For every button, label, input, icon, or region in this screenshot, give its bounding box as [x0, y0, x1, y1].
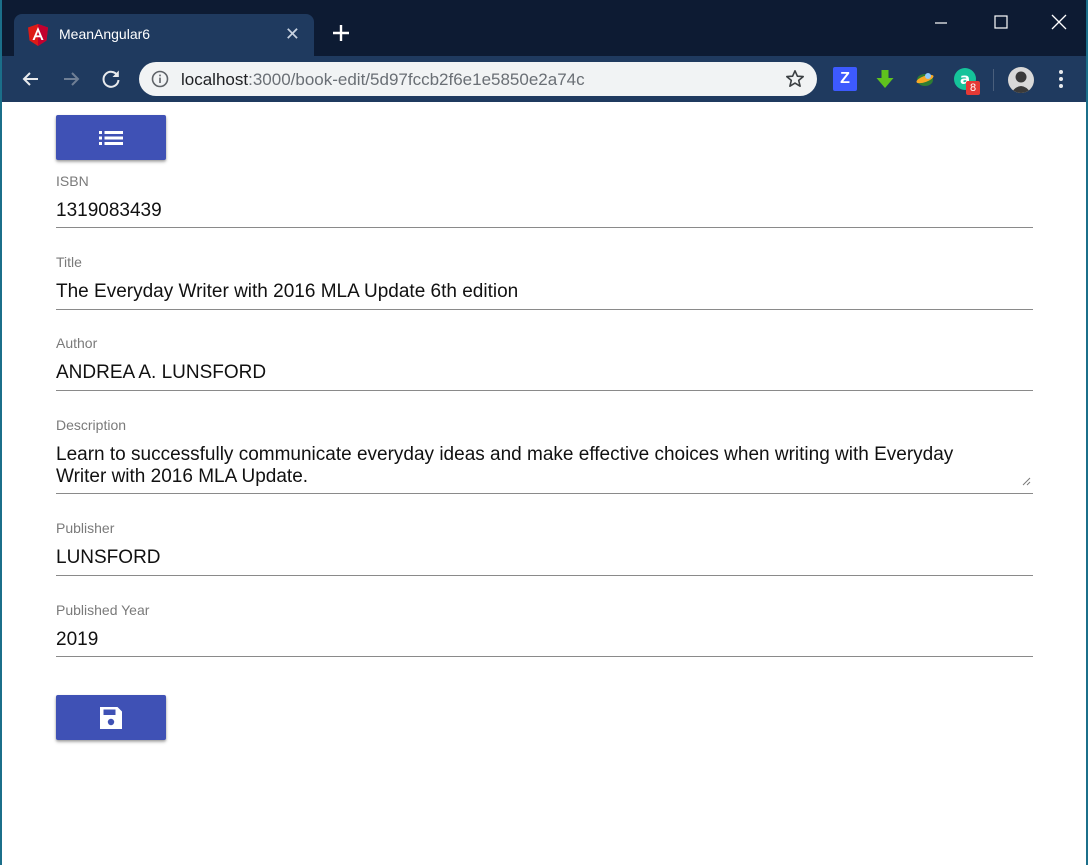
browser-tab[interactable]: MeanAngular6 ✕	[14, 14, 314, 56]
maximize-icon[interactable]	[978, 8, 1024, 38]
author-input[interactable]: ANDREA A. LUNSFORD	[56, 362, 1033, 384]
bookmark-star-icon[interactable]	[785, 69, 805, 89]
url-path: :3000/book-edit/5d97fccb2f6e1e5850e2a74c	[248, 70, 585, 89]
list-icon	[99, 130, 123, 145]
published-year-field[interactable]: Published Year 2019	[56, 601, 1033, 657]
description-textarea[interactable]: Learn to successfully communicate everyd…	[56, 444, 1033, 488]
publisher-input[interactable]: LUNSFORD	[56, 547, 1033, 569]
author-underline	[56, 390, 1033, 391]
new-tab-icon[interactable]	[328, 20, 354, 46]
title-field[interactable]: Title The Everyday Writer with 2016 MLA …	[56, 253, 1033, 310]
page-content: ISBN 1319083439 Title The Everyday Write…	[2, 102, 1086, 865]
isbn-label: ISBN	[56, 173, 89, 189]
download-extension-icon[interactable]	[873, 67, 897, 91]
isbn-field[interactable]: ISBN 1319083439	[56, 172, 1033, 228]
description-underline	[56, 493, 1033, 494]
save-button[interactable]	[56, 695, 166, 740]
profile-person-icon	[1008, 67, 1034, 93]
profile-avatar[interactable]	[1008, 67, 1034, 93]
angular-logo-icon	[28, 24, 48, 46]
author-field[interactable]: Author ANDREA A. LUNSFORD	[56, 334, 1033, 391]
minimize-icon[interactable]	[918, 8, 964, 38]
publisher-field[interactable]: Publisher LUNSFORD	[56, 519, 1033, 576]
browser-titlebar: MeanAngular6 ✕	[2, 0, 1086, 56]
description-label: Description	[56, 417, 127, 433]
extension-badge: 8	[966, 81, 980, 95]
z-extension-icon[interactable]: Z	[833, 67, 857, 91]
save-icon	[100, 706, 122, 729]
browser-toolbar: localhost:3000/book-edit/5d97fccb2f6e1e5…	[2, 56, 1086, 102]
publisher-label: Publisher	[56, 520, 115, 536]
isbn-underline	[56, 227, 1033, 228]
title-input[interactable]: The Everyday Writer with 2016 MLA Update…	[56, 281, 1033, 303]
url-text[interactable]: localhost:3000/book-edit/5d97fccb2f6e1e5…	[181, 70, 585, 90]
site-info-icon[interactable]	[151, 70, 169, 88]
published-year-label: Published Year	[56, 602, 150, 618]
description-field[interactable]: Description Learn to successfully commun…	[56, 416, 1033, 494]
close-window-icon[interactable]	[1036, 8, 1082, 38]
back-arrow-icon[interactable]	[18, 66, 44, 92]
tab-title: MeanAngular6	[59, 26, 151, 42]
published-year-input[interactable]: 2019	[56, 629, 1033, 651]
title-underline	[56, 309, 1033, 310]
isbn-input[interactable]: 1319083439	[56, 200, 1033, 222]
reload-icon[interactable]	[98, 66, 124, 92]
browser-window: MeanAngular6 ✕ localhost:3000/book-edit/…	[0, 0, 1088, 865]
forward-arrow-icon[interactable]	[58, 66, 84, 92]
browser-menu-icon[interactable]	[1052, 67, 1070, 91]
book-list-button[interactable]	[56, 115, 166, 160]
url-host: localhost	[181, 70, 249, 89]
tab-close-icon[interactable]: ✕	[285, 24, 300, 44]
title-label: Title	[56, 254, 82, 270]
address-bar[interactable]: localhost:3000/book-edit/5d97fccb2f6e1e5…	[139, 62, 817, 96]
author-label: Author	[56, 335, 98, 351]
globe-extension-icon[interactable]	[913, 67, 937, 91]
toolbar-divider	[993, 69, 994, 91]
textarea-resize-icon[interactable]	[1021, 476, 1031, 486]
published-year-underline	[56, 656, 1033, 657]
publisher-underline	[56, 575, 1033, 576]
